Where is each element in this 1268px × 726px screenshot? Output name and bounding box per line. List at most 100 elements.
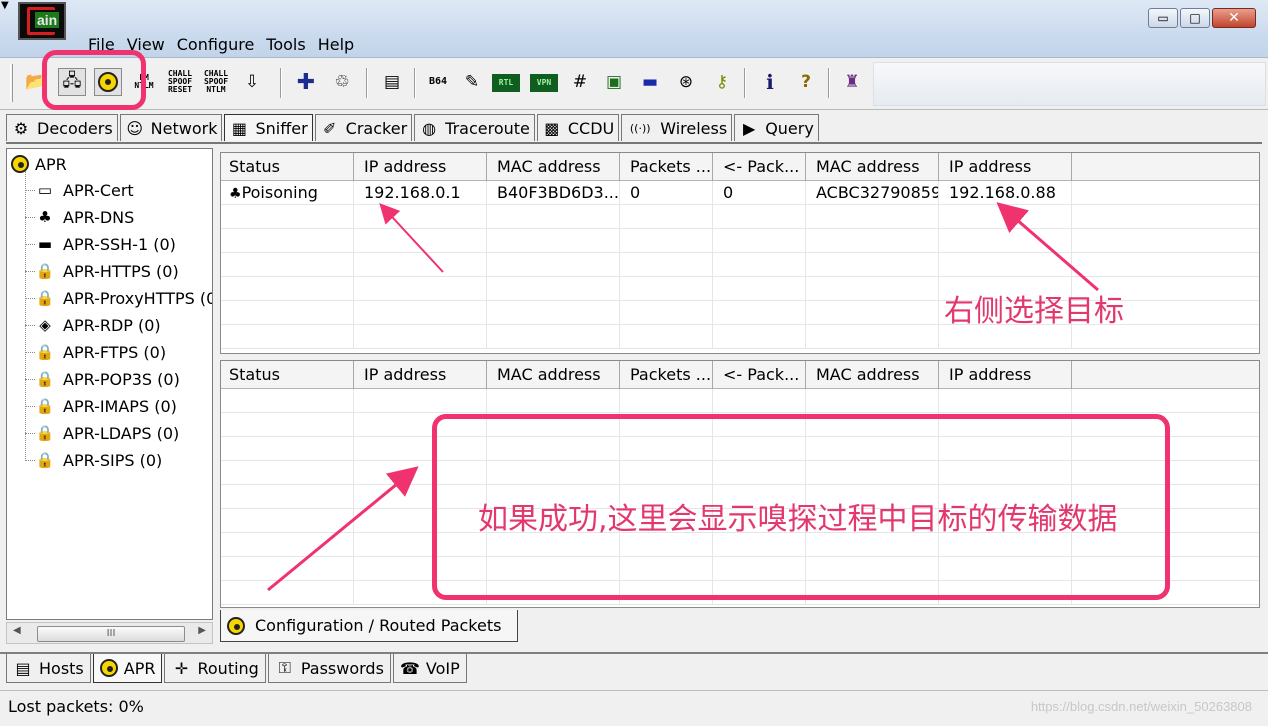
cell-status: ♣Poisoning	[221, 181, 354, 205]
info-icon: ℹ	[766, 70, 774, 94]
base64-icon: B64	[428, 76, 448, 87]
tab-routing[interactable]: ✛ Routing	[164, 654, 266, 683]
base64-button[interactable]: B64	[424, 68, 452, 96]
toolbar-highlight-box	[42, 50, 146, 110]
col-packets-in[interactable]: <- Pack...	[713, 361, 806, 389]
table-row[interactable]: ♣Poisoning 192.168.0.1 B40F3BD6D3... 0 0…	[221, 181, 1259, 205]
vpn-button[interactable]: VPN	[530, 74, 558, 92]
tree-item-apr-cert[interactable]: ▭ APR-Cert	[35, 179, 134, 201]
chall-spoof-reset-button[interactable]: CHALL SPOOF RESET	[166, 68, 194, 96]
voip-icon: ☎	[399, 658, 420, 678]
remove-button[interactable]: ♲	[328, 68, 356, 96]
tree-item-apr-dns[interactable]: ♣ APR-DNS	[35, 206, 134, 228]
col-mac-address[interactable]: MAC address	[487, 153, 620, 181]
scroll-left-icon[interactable]: ◀	[13, 625, 21, 636]
help-button[interactable]: ?	[792, 68, 820, 96]
notes-button[interactable]: ✎	[458, 68, 486, 96]
col-status[interactable]: Status	[221, 361, 354, 389]
tree-item-apr-ldaps[interactable]: 🔒 APR-LDAPS (0)	[35, 422, 180, 444]
col-ip-address[interactable]: IP address	[354, 153, 487, 181]
annotation-right-target: 右侧选择目标	[944, 294, 1124, 329]
menu-configure[interactable]: Configure	[171, 34, 261, 56]
col-packets-out[interactable]: Packets ...	[620, 153, 713, 181]
tab-voip[interactable]: ☎ VoIP	[392, 654, 467, 683]
tab-wireless[interactable]: ((·)) Wireless	[621, 114, 733, 141]
col-status[interactable]: Status	[221, 153, 354, 181]
terminal-icon: ▣	[605, 72, 623, 92]
remove-icon: ♲	[334, 72, 350, 92]
tree-horizontal-scrollbar[interactable]: ◀ III ▶	[6, 622, 213, 644]
tree-item-apr-ftps[interactable]: 🔒 APR-FTPS (0)	[35, 341, 166, 363]
tree-root-label: APR	[35, 154, 67, 174]
toolbar-separator	[366, 68, 368, 98]
col-mac-address-2[interactable]: MAC address	[806, 361, 939, 389]
scroll-right-icon[interactable]: ▶	[198, 625, 206, 636]
tree-item-apr-https[interactable]: 🔒 APR-HTTPS (0)	[35, 260, 179, 282]
monitor-button[interactable]: ▬	[636, 68, 664, 96]
lock-icon: 🔒	[35, 262, 55, 280]
toolbar: 📂 🖧 LM NTLM CHALL SPOOF RESET CHALL SPOO…	[0, 58, 1268, 110]
tree-item-apr-ssh-1[interactable]: ▬ APR-SSH-1 (0)	[35, 233, 176, 255]
tab-hosts[interactable]: ▤ Hosts	[6, 654, 91, 683]
scroll-thumb[interactable]: III	[37, 626, 185, 642]
tab-configuration-routed-packets[interactable]: Configuration / Routed Packets	[220, 610, 518, 642]
cell-empty	[1072, 181, 1259, 205]
menu-tools[interactable]: Tools	[260, 34, 311, 56]
tab-sniffer[interactable]: ▦ Sniffer	[224, 114, 313, 141]
tab-decoders[interactable]: ⚙ Decoders	[6, 114, 118, 141]
cracker-icon: ✐	[322, 118, 337, 138]
close-icon: ✕	[1228, 10, 1240, 26]
tab-ccdu[interactable]: ▩ CCDU	[536, 114, 620, 141]
maximize-button[interactable]: □	[1180, 8, 1210, 28]
tree-item-apr-imaps[interactable]: 🔒 APR-IMAPS (0)	[35, 395, 177, 417]
hash-icon: #	[572, 72, 588, 92]
tab-apr[interactable]: APR	[92, 654, 163, 683]
vpn-icon: VPN	[536, 78, 552, 87]
tree-item-apr-proxyhttps[interactable]: 🔒 APR-ProxyHTTPS (0	[35, 287, 212, 309]
minimize-button[interactable]: ▭	[1148, 8, 1178, 28]
col-mac-address-2[interactable]: MAC address	[806, 153, 939, 181]
lock-icon: 🔒	[35, 397, 55, 415]
annotation-success-note: 如果成功,这里会显示嗅探过程中目标的传输数据	[478, 502, 1118, 537]
cell-ip: 192.168.0.1	[354, 181, 487, 205]
apr-icon	[227, 616, 245, 635]
toolbar-separator	[744, 68, 746, 98]
terminal-button[interactable]: ▣	[600, 68, 628, 96]
col-mac-address[interactable]: MAC address	[487, 361, 620, 389]
col-packets-in[interactable]: <- Pack...	[713, 153, 806, 181]
key-button[interactable]: ⚷	[708, 68, 736, 96]
add-button[interactable]: ✚	[292, 68, 320, 96]
watermark: https://blog.csdn.net/weixin_50263808	[1030, 699, 1252, 714]
tab-query[interactable]: ▶ Query	[734, 114, 819, 141]
col-ip-address-2[interactable]: IP address	[939, 361, 1072, 389]
rtl-icon: RTL	[498, 78, 514, 87]
about-button[interactable]: ♜	[838, 68, 866, 96]
wireless-scan-button[interactable]: ⊛	[672, 68, 700, 96]
wireless-icon: ((·))	[629, 121, 651, 135]
tab-label: Query	[765, 118, 814, 138]
lost-packets-status: Lost packets: 0%	[8, 697, 144, 716]
info-button[interactable]: ℹ	[756, 68, 784, 96]
close-button[interactable]: ✕	[1212, 8, 1256, 28]
tab-passwords[interactable]: ⚿ Passwords	[267, 654, 391, 683]
tree-item-apr-sips[interactable]: 🔒 APR-SIPS (0)	[35, 449, 163, 471]
tree-item-apr-pop3s[interactable]: 🔒 APR-POP3S (0)	[35, 368, 180, 390]
rtl-button[interactable]: RTL	[492, 74, 520, 92]
tab-label: Cracker	[345, 118, 408, 138]
col-packets-out[interactable]: Packets ...	[620, 361, 713, 389]
tree-item-apr-rdp[interactable]: ◈ APR-RDP (0)	[35, 314, 160, 336]
col-ip-address-2[interactable]: IP address	[939, 153, 1072, 181]
tab-traceroute[interactable]: ◍ Traceroute	[414, 114, 535, 141]
chall-spoof-ntlm-button[interactable]: CHALL SPOOF NTLM	[202, 68, 230, 96]
tab-cracker[interactable]: ✐ Cracker	[314, 114, 413, 141]
import-icon: ▤	[383, 72, 401, 92]
tab-network[interactable]: ☺ Network	[119, 114, 223, 141]
toolbar-grip[interactable]	[10, 64, 13, 102]
download-button[interactable]: ⇩	[238, 68, 266, 96]
hash-button[interactable]: #	[566, 68, 594, 96]
menu-help[interactable]: Help	[312, 34, 360, 56]
col-ip-address[interactable]: IP address	[354, 361, 487, 389]
system-menu-arrow-icon[interactable]: ▼	[1, 0, 9, 11]
tree-root-apr[interactable]: APR	[11, 153, 67, 175]
import-button[interactable]: ▤	[378, 68, 406, 96]
